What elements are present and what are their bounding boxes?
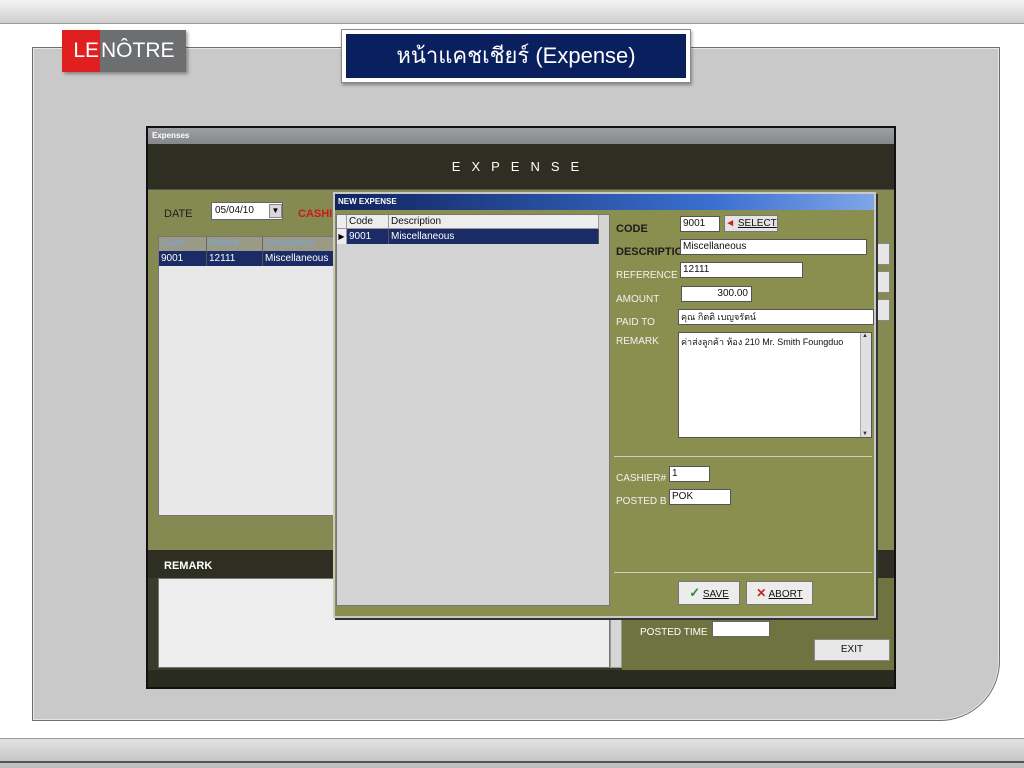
- arrow-left-icon: ◄: [725, 218, 736, 229]
- remark-scrollbar[interactable]: [860, 333, 871, 437]
- new-expense-dialog: NEW EXPENSE Code Description ▶ 9001 Misc…: [333, 192, 876, 618]
- remark-label: REMARK: [616, 336, 659, 347]
- cell-description: Miscellaneous: [389, 229, 599, 244]
- abort-button[interactable]: ✕ ABORT: [746, 581, 813, 605]
- cell-code: 9001: [159, 251, 207, 266]
- expense-grid-header: Code Refer# Description: [159, 237, 335, 251]
- expense-header: EXPENSE: [148, 144, 894, 190]
- save-button[interactable]: ✓ SAVE: [678, 581, 740, 605]
- row-pointer-icon: ▶: [337, 229, 347, 244]
- cell-refer: 12111: [207, 251, 263, 266]
- remark-label: REMARK: [164, 560, 213, 572]
- cashier-field[interactable]: 1: [669, 466, 710, 482]
- abort-label: ABORT: [768, 589, 803, 600]
- close-icon: ✕: [756, 586, 767, 600]
- dialog-titlebar: NEW EXPENSE: [335, 194, 874, 210]
- date-label: DATE: [164, 208, 193, 220]
- paid-to-label: PAID TO: [616, 317, 655, 328]
- amount-field[interactable]: 300.00: [681, 286, 752, 302]
- col-code[interactable]: Code: [159, 237, 207, 251]
- expense-code-list[interactable]: Code Description ▶ 9001 Miscellaneous: [336, 214, 610, 606]
- stub-button[interactable]: [876, 271, 890, 293]
- code-label: CODE: [616, 223, 648, 235]
- col-description[interactable]: Description: [263, 237, 335, 251]
- reference-label: REFERENCE: [616, 270, 678, 281]
- posted-by-label: POSTED B: [616, 496, 667, 507]
- row-indicator-header: [337, 215, 347, 228]
- save-label: SAVE: [702, 589, 729, 600]
- description-label: DESCRIPTIC: [616, 246, 683, 258]
- window-titlebar: Expenses: [148, 128, 894, 144]
- lenotre-logo: LE NÔTRE: [62, 30, 186, 72]
- logo-right: NÔTRE: [100, 30, 186, 72]
- slide-bottom-band: [0, 738, 1024, 768]
- paid-to-field[interactable]: คุณ กิตติ เบญจรัตน์: [678, 309, 874, 325]
- description-field[interactable]: Miscellaneous: [680, 239, 867, 255]
- slide-title: หน้าแคชเชียร์ (Expense): [346, 34, 686, 78]
- cashier-label: CASHIER#: [616, 473, 667, 484]
- select-button[interactable]: ◄ SELECT: [724, 215, 778, 232]
- posted-time-field[interactable]: [712, 621, 770, 637]
- table-row[interactable]: 9001 12111 Miscellaneous: [159, 251, 335, 266]
- col-code[interactable]: Code: [347, 215, 389, 228]
- select-label: SELECT: [737, 218, 777, 229]
- divider: [614, 572, 872, 573]
- slide-title-box: หน้าแคชเชียร์ (Expense): [341, 29, 691, 83]
- list-item[interactable]: ▶ 9001 Miscellaneous: [337, 229, 599, 244]
- remark-text: ค่าส่งลูกค้า ห้อง 210 Mr. Smith Foungduo: [681, 337, 844, 347]
- code-field[interactable]: 9001: [680, 216, 720, 232]
- cell-code: 9001: [347, 229, 389, 244]
- expense-grid[interactable]: Code Refer# Description 9001 12111 Misce…: [158, 236, 335, 516]
- amount-label: AMOUNT: [616, 294, 660, 305]
- stub-button[interactable]: [876, 299, 890, 321]
- logo-left: LE: [62, 30, 100, 72]
- col-description[interactable]: Description: [389, 215, 599, 228]
- checkmark-icon: ✓: [689, 585, 701, 600]
- right-stub-buttons: [876, 243, 890, 323]
- slide-top-band: [0, 0, 1024, 24]
- divider: [614, 456, 872, 457]
- date-dropdown-icon[interactable]: ▼: [269, 204, 282, 218]
- code-list-header: Code Description: [337, 215, 599, 229]
- exit-button[interactable]: EXIT: [814, 639, 890, 661]
- stub-button[interactable]: [876, 243, 890, 265]
- posted-by-field[interactable]: POK: [669, 489, 731, 505]
- reference-field[interactable]: 12111: [680, 262, 803, 278]
- exit-label: EXIT: [840, 644, 864, 655]
- posted-time-label: POSTED TIME: [640, 627, 708, 638]
- cashier-label: CASHI: [298, 208, 333, 220]
- cell-description: Miscellaneous: [263, 251, 335, 266]
- bottom-bar: [148, 670, 894, 687]
- remark-textarea[interactable]: ค่าส่งลูกค้า ห้อง 210 Mr. Smith Foungduo: [678, 332, 872, 438]
- expenses-window: Expenses EXPENSE DATE 05/04/10 ▼ CASHI C…: [146, 126, 896, 689]
- col-refer[interactable]: Refer#: [207, 237, 263, 251]
